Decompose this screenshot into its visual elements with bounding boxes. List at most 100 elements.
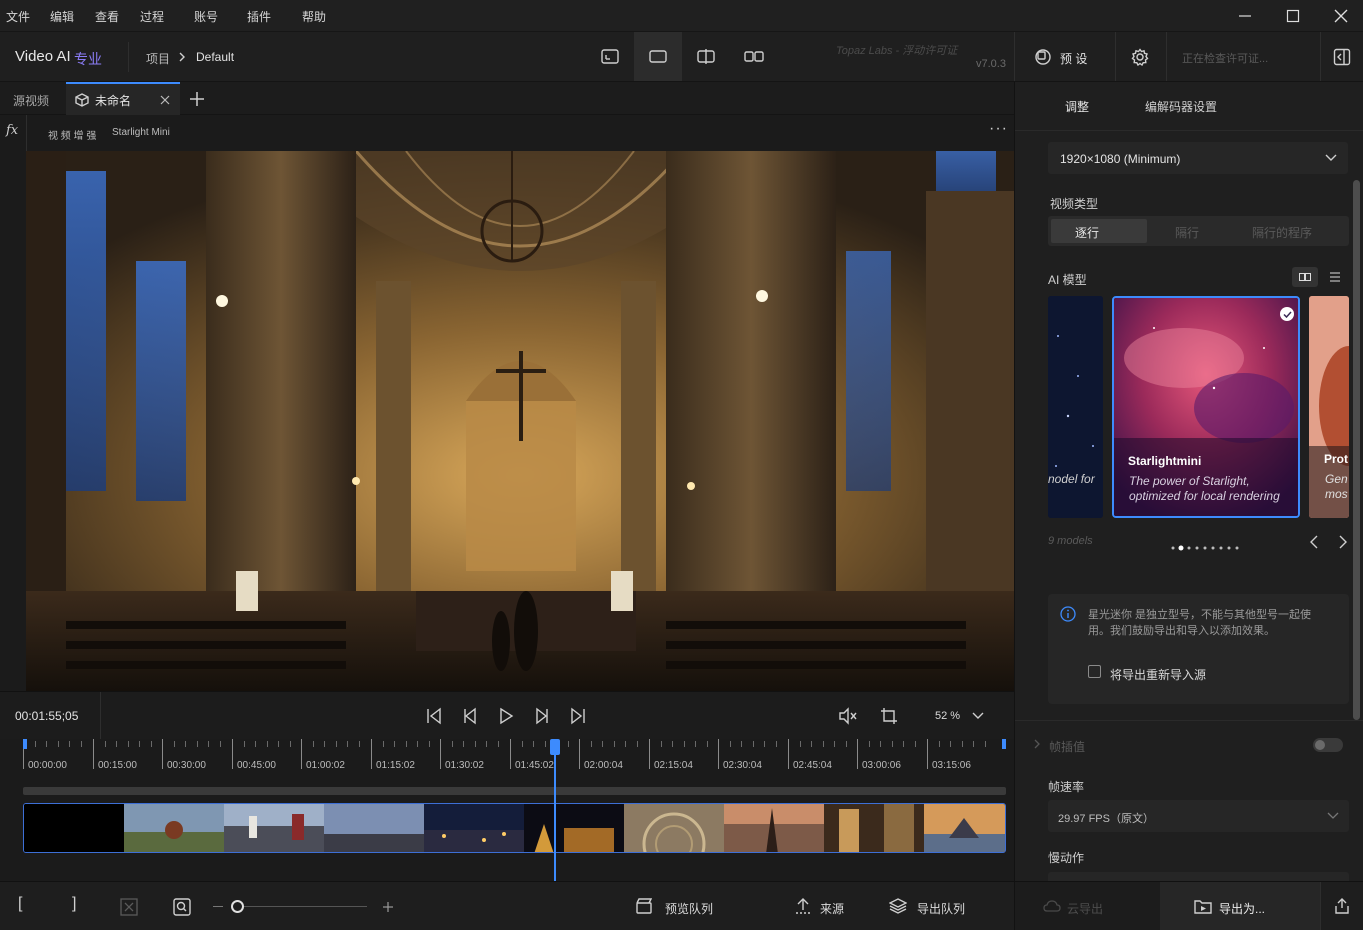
presets-label: 预 设 [1060,52,1088,66]
fx-icon[interactable]: fx [6,123,18,138]
share-icon[interactable] [1333,897,1351,915]
source-button[interactable]: 来源 [790,892,860,922]
thumbnail-strip[interactable] [23,803,1006,853]
panel-scrollbar[interactable] [1353,180,1360,720]
frame-interpolation-toggle[interactable] [1313,738,1343,752]
ruler-label: 00:45:00 [237,760,276,771]
set-in-point-icon[interactable]: [ [18,895,22,913]
more-options-icon[interactable]: ··· [989,120,1008,138]
play-icon[interactable] [497,707,515,725]
tab-untitled-label: 未命名 [95,94,132,108]
tab-codec-settings[interactable]: 编解码器设置 [1145,98,1217,115]
skip-to-start-icon[interactable] [425,707,443,725]
ruler-minor-tick [985,741,986,747]
timeline-scrollbar[interactable] [23,787,1006,795]
tab-adjust[interactable]: 调整 [1065,98,1089,115]
frame-rate-select[interactable]: 29.97 FPS（原文） [1048,800,1349,832]
ruler-minor-tick [46,741,47,747]
toggle-knob [1315,740,1325,750]
view-side-by-side-button[interactable] [730,32,778,81]
export-queue-button[interactable]: 导出队列 [885,892,985,922]
info-text-line-2: 用。我们鼓励导出和导入以添加效果。 [1088,625,1275,637]
zoom-value[interactable]: 52 % [935,710,960,722]
cloud-icon [1043,900,1061,912]
settings-button[interactable] [1122,42,1158,72]
current-timecode[interactable]: 00:01:55;05 [15,709,78,723]
export-as-button[interactable]: 导出为... [1160,882,1320,930]
close-tab-icon[interactable] [160,95,170,105]
list-view-icon[interactable] [1329,272,1341,282]
minimize-button[interactable] [1222,0,1268,32]
zoom-slider-thumb[interactable] [231,900,244,913]
active-model-label[interactable]: Starlight Mini [112,127,170,138]
tab-source[interactable]: 源视频 [13,92,49,109]
carousel-next-icon[interactable] [1338,535,1348,549]
model-card-next[interactable]: Prot Gen mos [1309,296,1349,518]
model-card-previous[interactable]: nodel for [1048,296,1103,518]
menu-view[interactable]: 查看 [95,8,119,25]
add-tab-icon[interactable] [188,90,206,108]
menu-edit[interactable]: 编辑 [50,8,74,25]
clear-range-icon[interactable] [120,898,138,916]
export-as-label: 导出为... [1219,902,1266,916]
out-point-marker[interactable] [1002,739,1006,749]
zoom-fit-icon[interactable] [173,898,191,916]
resolution-select[interactable]: 1920×1080 (Minimum) [1048,142,1348,174]
view-output-button[interactable] [634,32,682,81]
playhead-handle[interactable] [550,739,560,755]
skip-to-end-icon[interactable] [569,707,587,725]
step-forward-icon[interactable] [533,707,551,725]
menu-account[interactable]: 账号 [194,8,218,25]
zoom-out-icon[interactable] [213,906,223,907]
ruler-minor-tick [522,741,523,747]
video-type-interlaced[interactable]: 隔行 [1175,224,1199,241]
video-type-label: 视频类型 [1050,197,1099,211]
slow-motion-select[interactable] [1048,872,1349,881]
cloud-export-button[interactable]: 云导出 [1015,882,1160,930]
app-edition: 专业 [74,51,102,67]
step-back-icon[interactable] [461,707,479,725]
crop-icon[interactable] [880,707,898,725]
playhead[interactable] [550,739,560,881]
menu-help[interactable]: 帮助 [302,8,326,25]
view-split-button[interactable] [682,32,730,81]
maximize-button[interactable] [1270,0,1316,32]
enhancement-chain-label[interactable]: 视 频 增 强 [48,127,96,142]
video-type-interlaced-progressive[interactable]: 隔行的程序 [1252,224,1312,241]
thumbnail-images [24,804,1005,852]
in-point-marker[interactable] [23,739,27,749]
reimport-checkbox[interactable] [1088,665,1101,678]
tab-untitled[interactable]: 未命名 [66,82,180,115]
chevron-right-icon[interactable] [1033,739,1041,749]
close-window-button[interactable] [1318,0,1363,32]
set-out-point-icon[interactable]: ] [72,895,76,913]
time-ruler[interactable]: 00:00:00 00:15:00 00:30:00 00:45:00 01:00:02… [23,739,1006,771]
grid-view-button[interactable] [1292,267,1318,287]
carousel-dots[interactable] [1171,540,1241,551]
ruler-minor-tick [950,741,951,747]
toggle-panel-button[interactable] [1322,42,1362,72]
preview-queue-button[interactable]: 预览队列 [630,892,730,922]
zoom-in-icon[interactable] [382,901,394,913]
ruler-minor-tick [324,741,325,747]
model-card-starlightmini[interactable]: Starlightmini The power of Starlight, op… [1112,296,1300,518]
video-preview[interactable] [26,151,1014,691]
timeline-zoom-slider[interactable] [232,906,367,907]
view-original-button[interactable] [586,32,634,81]
menu-process[interactable]: 过程 [140,8,164,25]
version-label: v7.0.3 [976,58,1006,70]
menu-plugins[interactable]: 插件 [247,8,271,25]
chevron-down-icon[interactable] [972,712,984,720]
mute-icon[interactable] [838,707,858,725]
folder-export-icon [1194,900,1212,914]
presets-button[interactable]: 预 设 [1024,42,1104,72]
license-status: 正在检查许可证... [1182,53,1269,65]
carousel-prev-icon[interactable] [1309,535,1319,549]
video-type-progressive[interactable]: 逐行 [1051,219,1147,243]
timeline[interactable]: 00:00:00 00:15:00 00:30:00 00:45:00 01:00:02… [0,739,1014,881]
ruler-minor-tick [69,741,70,747]
breadcrumb-current[interactable]: Default [196,50,234,64]
ai-model-label: AI 模型 [1048,273,1087,287]
menu-file[interactable]: 文件 [6,8,30,25]
breadcrumb-root[interactable]: 项目 [146,50,170,67]
